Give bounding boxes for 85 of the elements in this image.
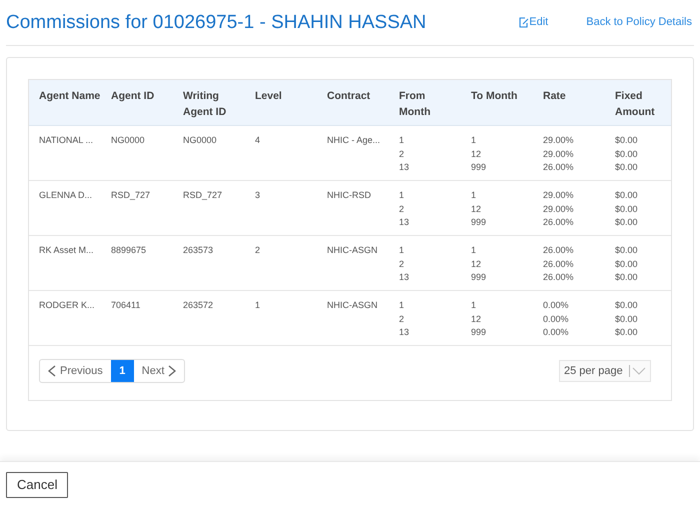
edit-link[interactable]: Edit [519,14,548,31]
column-header: Fixed Amount [614,89,656,120]
table-cell: 8899675 [111,245,146,255]
back-link[interactable]: Back to Policy Details [586,14,692,31]
table-cell: 2 [255,245,260,255]
table-cell-text: 13 [399,161,410,174]
column-header: Level [254,89,283,104]
table-cell-text: 26.00% [543,244,575,257]
table-cell-text: 999 [471,326,488,339]
table-cell-text: 29.00% [543,134,575,147]
column-header: To Month [470,89,518,104]
table-cell-text: $0.00 [615,312,639,326]
table-cell-text: $0.00 [615,202,639,216]
table-cell-text: 2 [399,148,406,160]
table-cell: 263573 [183,245,214,255]
table-cell-text: 13 [399,271,410,284]
table-cell-text: 12 [471,202,482,216]
table-cell-text: 1 [471,299,478,312]
table-cell: 4 [255,135,260,145]
table-cell-text: 12 [471,312,482,326]
cancel-button[interactable]: Cancel [6,472,68,498]
table-cell: NHIC-ASGN [327,300,378,310]
table-cell-text: $0.00 [615,148,639,160]
table-cell: 706411 [111,300,140,310]
table-cell: RSD_727 [111,190,150,200]
table-cell-text: 1 [399,134,406,147]
table-cell-text: $0.00 [615,244,639,257]
table-cell: RK Asset M... [39,245,94,255]
table-cell-text: 13 [399,326,410,339]
table-cell-text: $0.00 [615,161,639,174]
table-cell-text: 999 [471,161,488,174]
table-cell-text: 999 [471,271,488,284]
table-cell: NATIONAL ... [39,135,94,145]
table-cell-text: 999 [471,216,488,229]
table-cell-text: $0.00 [615,326,639,339]
table-cell-text: 29.00% [543,148,575,160]
table-cell-text: 2 [399,202,406,216]
table-cell: NHIC-ASGN [327,245,378,255]
table-cell-text: 1 [471,134,478,147]
table-cell-text: 13 [399,216,410,229]
column-header: Agent Name [38,89,101,104]
table-cell-text: 0.00% [543,326,570,339]
column-header: Rate [542,89,567,104]
table-cell: RSD_727 [183,190,222,200]
table-cell-text: 26.00% [543,258,575,270]
table-cell-text: 29.00% [543,189,575,202]
table-cell: 1 [255,300,260,310]
table-cell-text: 12 [471,148,482,160]
column-header: Writing Agent ID [182,89,228,120]
table-cell: 3 [255,190,260,200]
table-cell-text: 26.00% [543,161,575,174]
table-cell-text: 12 [471,258,482,270]
table-cell-text: 2 [399,258,406,270]
table-cell-text: 1 [399,189,406,202]
table-cell-text: 1 [399,299,406,312]
table-cell-text: 0.00% [543,312,570,326]
table-cell-text: 0.00% [543,299,570,312]
table-cell-text: 2 [399,312,406,326]
table-cell-text: $0.00 [615,134,639,147]
column-header: Agent ID [110,89,156,104]
table-cell: NHIC - Age... [327,135,380,145]
table-cell: RODGER K... [39,300,95,310]
table-cell: NHIC-RSD [327,190,371,200]
column-header: Contract [326,89,372,104]
table-cell-text: 26.00% [543,216,575,229]
table-cell-text: $0.00 [615,271,639,284]
table-cell: GLENNA D... [39,190,92,200]
column-header: From Month [398,89,432,120]
page-title: Commissions for 01026975-1 - SHAHIN HASSAN [6,11,426,36]
table-cell: NG0000 [183,135,217,145]
table-cell: NG0000 [111,135,145,145]
table-cell-text: 26.00% [543,271,575,284]
previous-button[interactable]: Previous [40,360,111,382]
table-cell-text: 1 [471,189,478,202]
table-cell-text: $0.00 [615,189,639,202]
table-cell-text: 1 [399,244,406,257]
table-cell: 263572 [183,300,214,310]
page-size-select[interactable]: 25 per page [559,360,651,382]
table-cell-text: 29.00% [543,202,575,216]
table-cell-text: $0.00 [615,258,639,270]
table-cell-text: 1 [471,244,478,257]
table-cell-text: $0.00 [615,299,639,312]
next-button[interactable]: Next [134,360,184,382]
page-button[interactable]: 1 [110,360,134,382]
table-cell-text: $0.00 [615,216,639,229]
